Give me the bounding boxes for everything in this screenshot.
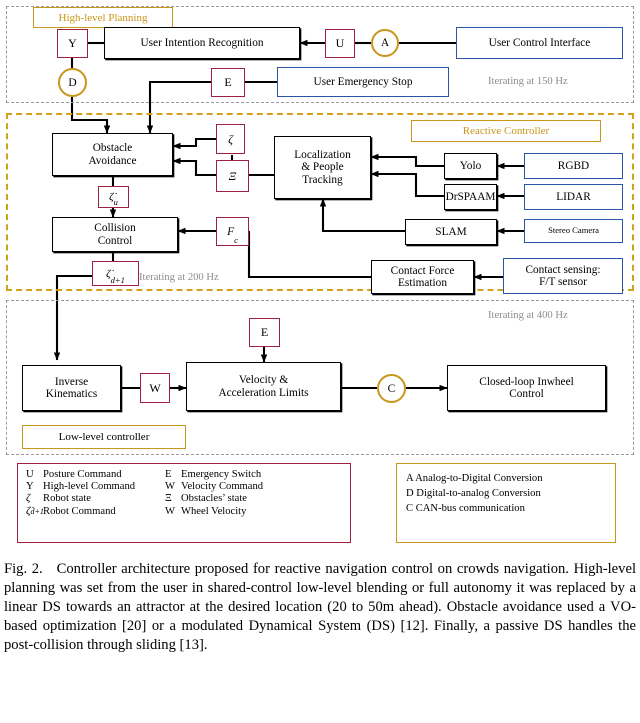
closed-loop-line1: Closed-loop Inwheel bbox=[479, 375, 574, 388]
fc-subscript: c bbox=[234, 235, 238, 245]
legend-txt-zeta: Robot state bbox=[43, 493, 91, 504]
localization-line2: & People bbox=[301, 161, 344, 174]
contact-sensing-line2: F/T sensor bbox=[539, 276, 587, 288]
closed-loop-line2: Control bbox=[509, 388, 544, 400]
node-collision-control: Collision Control bbox=[52, 217, 178, 252]
obstacle-avoidance-line2: Avoidance bbox=[88, 154, 137, 167]
legend-sym-w1: W bbox=[165, 481, 175, 492]
zeta-d-symbol: ζ̇ bbox=[106, 267, 111, 280]
rate-reactive: Iterating at 200 Hz bbox=[139, 272, 219, 283]
legend-sym-zeta-d: ζ̇d+1 bbox=[26, 505, 44, 517]
node-obstacle-avoidance: Obstacle Avoidance bbox=[52, 133, 173, 176]
signal-y: Y bbox=[57, 29, 88, 58]
legend-sym-u: U bbox=[26, 469, 34, 480]
node-localization-people-tracking: Localization & People Tracking bbox=[274, 136, 371, 199]
legend-converter-d: D Digital-to-analog Conversion bbox=[406, 488, 541, 500]
figure-controller-architecture: High-level Planning Reactive Controller … bbox=[0, 0, 640, 555]
legend-signals-grid: U Posture Command E Emergency Switch Y H… bbox=[18, 464, 350, 521]
converter-c: C bbox=[377, 374, 406, 403]
caption-text: Controller architecture proposed for rea… bbox=[4, 561, 636, 653]
node-contact-sensing: Contact sensing: F/T sensor bbox=[503, 258, 623, 294]
localization-line3: Tracking bbox=[302, 173, 343, 186]
legend-converters-lines: A Analog-to-Digital Conversion D Digital… bbox=[397, 464, 615, 522]
node-user-intention-recognition: User Intention Recognition bbox=[104, 27, 300, 59]
signal-e-low: E bbox=[249, 318, 280, 347]
legend-txt-e: Emergency Switch bbox=[181, 469, 262, 480]
node-drspaam: DrSPAAM bbox=[444, 184, 497, 210]
velocity-limits-line2: Acceleration Limits bbox=[218, 386, 309, 399]
legend-signals: U Posture Command E Emergency Switch Y H… bbox=[17, 463, 351, 543]
node-user-control-interface: User Control Interface bbox=[456, 27, 623, 59]
obstacle-avoidance-line1: Obstacle bbox=[92, 142, 133, 155]
signal-fc: Fc bbox=[216, 217, 249, 246]
contact-sensing-line1: Contact sensing: bbox=[525, 263, 601, 276]
legend-sym-zeta: ζ bbox=[26, 493, 31, 504]
legend-txt-xi: Obstacles’ state bbox=[181, 493, 247, 504]
node-slam: SLAM bbox=[405, 219, 497, 245]
label-reactive-controller: Reactive Controller bbox=[411, 120, 601, 142]
node-stereo-camera: Stereo Camera bbox=[524, 219, 623, 243]
converter-a: A bbox=[371, 29, 399, 57]
zeta-u-subscript: u bbox=[113, 197, 118, 207]
localization-line1: Localization bbox=[294, 149, 351, 162]
signal-w: W bbox=[140, 373, 170, 403]
zeta-d-subscript: d+1 bbox=[110, 275, 125, 285]
label-low-level-controller: Low-level controller bbox=[22, 425, 186, 449]
node-user-emergency-stop: User Emergency Stop bbox=[277, 67, 449, 97]
figure-caption: Fig. 2. Controller architecture proposed… bbox=[4, 560, 636, 655]
contact-force-line2: Estimation bbox=[398, 277, 447, 289]
inverse-kinematics-line1: Inverse bbox=[54, 375, 89, 388]
label-high-level-planning: High-level Planning bbox=[33, 7, 173, 28]
signal-zeta: ζ bbox=[216, 124, 245, 154]
legend-txt-w1: Velocity Command bbox=[181, 481, 264, 492]
legend-converter-c: C CAN-bus communication bbox=[406, 503, 525, 515]
legend-txt-zeta-d: Robot Command bbox=[43, 506, 116, 517]
legend-txt-w2: Wheel Velocity bbox=[181, 506, 247, 517]
node-velocity-acceleration-limits: Velocity & Acceleration Limits bbox=[186, 362, 341, 411]
node-inverse-kinematics: Inverse Kinematics bbox=[22, 365, 121, 411]
legend-sym-xi: Ξ bbox=[165, 493, 172, 504]
legend-txt-y: High-level Command bbox=[43, 481, 136, 492]
converter-d: D bbox=[58, 68, 87, 97]
zeta-u-symbol: ζ̇ bbox=[109, 191, 114, 203]
signal-zeta-u: ζ̇ u bbox=[98, 186, 129, 208]
signal-xi: Ξ bbox=[216, 160, 249, 192]
node-contact-force-estimation: Contact Force Estimation bbox=[371, 260, 474, 294]
rate-high-level: Iterating at 150 Hz bbox=[488, 76, 568, 87]
signal-e-top: E bbox=[211, 68, 245, 97]
legend-sym-w2: W bbox=[165, 506, 175, 517]
node-rgbd: RGBD bbox=[524, 153, 623, 179]
velocity-limits-line1: Velocity & bbox=[238, 374, 289, 387]
caption-label: Fig. 2. bbox=[4, 561, 43, 577]
contact-force-line1: Contact Force bbox=[390, 264, 455, 277]
signal-zeta-d: ζ̇ d+1 bbox=[92, 261, 139, 286]
legend-txt-u: Posture Command bbox=[43, 469, 122, 480]
node-closed-loop-inwheel-control: Closed-loop Inwheel Control bbox=[447, 365, 606, 411]
collision-control-line2: Control bbox=[97, 234, 133, 247]
collision-control-line1: Collision bbox=[94, 222, 136, 235]
fc-symbol: F bbox=[227, 225, 235, 238]
legend-converters: A Analog-to-Digital Conversion D Digital… bbox=[396, 463, 616, 543]
signal-u: U bbox=[325, 29, 355, 58]
legend-sym-e: E bbox=[165, 469, 172, 480]
legend-sym-y: Y bbox=[26, 481, 34, 492]
node-yolo: Yolo bbox=[444, 153, 497, 179]
rate-low-level: Iterating at 400 Hz bbox=[488, 310, 568, 321]
legend-converter-a: A Analog-to-Digital Conversion bbox=[406, 473, 543, 484]
node-lidar: LIDAR bbox=[524, 184, 623, 210]
inverse-kinematics-line2: Kinematics bbox=[45, 388, 98, 400]
